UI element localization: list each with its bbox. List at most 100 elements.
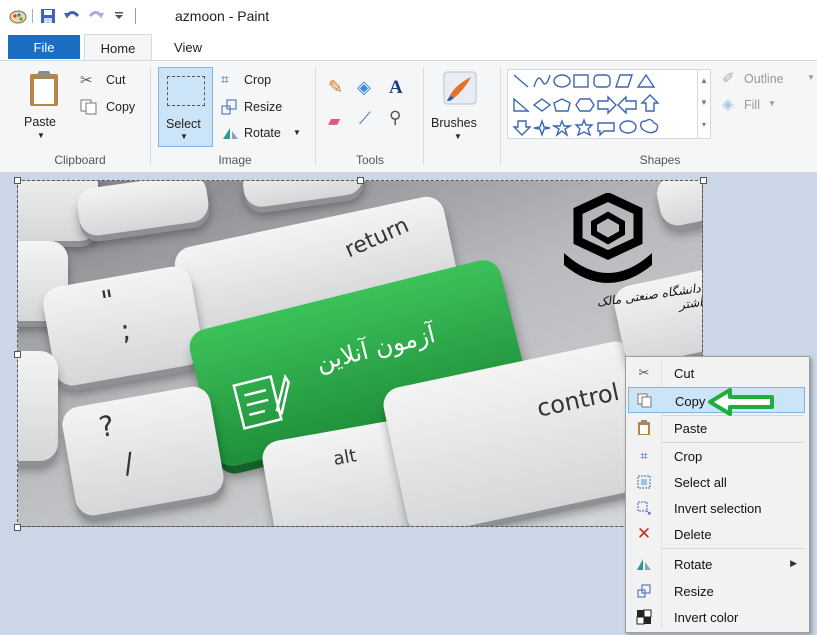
menu-item-select-all[interactable]: Select all [628, 469, 805, 495]
canvas-image[interactable]: return " ; آزمون آنلاین ? / alt control … [17, 180, 703, 527]
outline-icon: ✐ [722, 70, 735, 87]
paint-app-icon[interactable] [8, 6, 28, 26]
copy-button[interactable]: Copy [80, 98, 150, 118]
document-pen-icon [232, 373, 290, 430]
rotate-label: Rotate [244, 126, 281, 140]
magnifier-icon[interactable]: ⚲ [389, 108, 401, 128]
save-icon[interactable] [38, 6, 58, 26]
shapes-gallery[interactable]: ▲ ▼ ▾ [507, 69, 711, 139]
shapes-scrollbar[interactable]: ▲ ▼ ▾ [697, 70, 710, 138]
menu-item-label: Resize [674, 584, 714, 599]
shapes-icons [512, 73, 660, 137]
menu-item-label: Invert selection [674, 501, 762, 516]
key-control-label: control [534, 377, 622, 423]
menu-item-delete[interactable]: ✕ Delete [628, 521, 805, 547]
color-picker-icon[interactable]: ⟋ [359, 109, 371, 129]
menu-item-label: Crop [674, 449, 703, 464]
customize-dropdown-icon[interactable] [112, 6, 126, 26]
divider [315, 67, 316, 165]
crop-label: Crop [244, 73, 272, 87]
keyboard-key [240, 181, 366, 210]
key-slash-label: / [121, 446, 137, 481]
title-bar: azmoon - Paint [0, 0, 817, 32]
menu-separator [662, 548, 804, 549]
resize-icon [221, 99, 237, 115]
keyboard-key [75, 181, 211, 238]
scissors-icon: ✂ [80, 72, 93, 89]
ribbon: Paste ▼ ✂ Cut Copy Clipboard Select ▼ ⌗ … [0, 60, 817, 173]
chevron-down-icon: ▼ [293, 128, 301, 137]
crop-icon: ⌗ [640, 448, 648, 463]
select-all-icon [636, 474, 652, 490]
tab-home[interactable]: Home [84, 34, 152, 61]
key-quote-label: " [98, 283, 118, 319]
green-key-text: آزمون آنلاین [313, 320, 438, 377]
divider [134, 6, 136, 26]
menu-item-label: Copy [675, 394, 706, 409]
university-logo-emblem [564, 193, 652, 283]
resize-button[interactable]: Resize [221, 98, 301, 118]
brushes-button[interactable]: Brushes ▼ [430, 69, 492, 147]
menu-item-resize[interactable]: Resize [628, 578, 805, 604]
fill-button[interactable]: ◈ Fill ▼ [722, 96, 802, 117]
menu-item-paste[interactable]: Paste [628, 415, 805, 441]
chevron-down-icon: ▼ [37, 131, 45, 140]
menu-item-label: Cut [674, 366, 695, 381]
rotate-icon [636, 556, 652, 572]
divider [150, 67, 151, 165]
select-button[interactable]: Select ▼ [158, 67, 213, 147]
menu-item-cut[interactable]: ✂ Cut [628, 360, 805, 386]
menu-item-rotate[interactable]: Rotate ▶ [628, 551, 805, 577]
menu-item-crop[interactable]: ⌗ Crop [628, 443, 805, 469]
tab-file[interactable]: File [8, 35, 80, 59]
clipboard-group-label: Clipboard [54, 153, 106, 167]
redo-icon[interactable] [86, 6, 106, 26]
paste-label: Paste [24, 115, 56, 129]
menu-item-invert-selection[interactable]: Invert selection [628, 495, 805, 521]
copy-icon [637, 393, 653, 409]
paste-button[interactable]: Paste ▼ [22, 69, 66, 145]
scissors-icon: ✂ [638, 365, 650, 380]
keyboard-key [653, 181, 702, 229]
key-question-label: ? [96, 408, 117, 444]
clipboard-icon [636, 420, 652, 436]
tools-group-label: Tools [355, 153, 384, 167]
resize-handle[interactable] [700, 177, 707, 184]
shapes-group-label: Shapes [639, 153, 681, 167]
invert-color-icon [636, 609, 652, 625]
delete-x-icon: ✕ [636, 524, 652, 543]
resize-handle[interactable] [14, 351, 21, 358]
chevron-down-icon: ▼ [454, 132, 462, 141]
submenu-arrow-icon: ▶ [790, 558, 797, 568]
chevron-down-icon: ▼ [768, 99, 776, 108]
copy-icon [80, 99, 97, 115]
tab-view[interactable]: View [160, 35, 216, 59]
resize-icon [636, 583, 652, 599]
resize-handle[interactable] [14, 177, 21, 184]
eraser-icon[interactable]: ▰ [328, 111, 340, 131]
cut-label: Cut [106, 73, 126, 87]
window-title: azmoon - Paint [175, 8, 270, 24]
crop-icon: ⌗ [221, 71, 229, 87]
select-label: Select [166, 117, 201, 131]
text-tool-icon[interactable]: A [389, 77, 403, 99]
outline-button[interactable]: ✐ Outline ▼ [722, 70, 817, 91]
fill-bucket-icon[interactable]: ◈ [357, 77, 371, 98]
key-alt-label: alt [331, 445, 359, 470]
resize-handle[interactable] [357, 177, 364, 184]
fill-icon: ◈ [722, 96, 734, 113]
undo-icon[interactable] [62, 6, 82, 26]
key-semicolon-label: ; [117, 313, 133, 348]
resize-handle[interactable] [14, 524, 21, 531]
select-rect-icon [167, 76, 205, 106]
outline-label: Outline [744, 72, 784, 86]
divider [31, 6, 33, 26]
cut-button[interactable]: ✂ Cut [80, 71, 140, 91]
paste-icon [30, 71, 58, 106]
key-return-label: return [341, 212, 413, 264]
menu-item-invert-color[interactable]: Invert color [628, 604, 805, 630]
rotate-button[interactable]: Rotate ▼ [221, 124, 306, 144]
pencil-icon[interactable]: ✎ [328, 77, 343, 98]
menu-item-label: Rotate [674, 557, 713, 572]
crop-button[interactable]: ⌗ Crop [221, 71, 291, 92]
